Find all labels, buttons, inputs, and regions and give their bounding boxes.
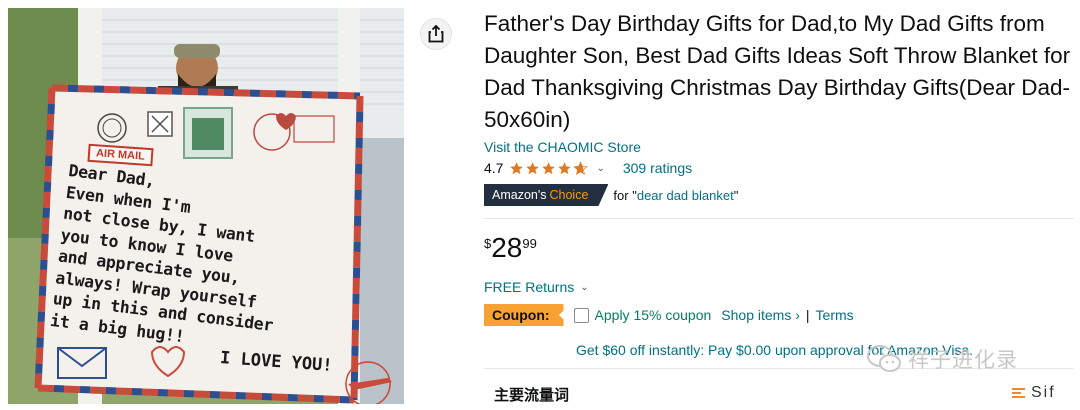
separator: |: [805, 307, 810, 323]
watermark: 祥子进化录: [866, 344, 1018, 374]
product-title: Father's Day Birthday Gifts for Dad,to M…: [484, 11, 1071, 132]
free-returns-link[interactable]: FREE Returns ⌄: [484, 279, 1074, 295]
rating-value: 4.7: [484, 160, 504, 176]
terms-link[interactable]: Terms: [816, 307, 854, 323]
shop-items-link[interactable]: Shop items ›: [721, 307, 800, 323]
star-rating[interactable]: [509, 160, 589, 176]
badge-prefix: Amazon's: [492, 188, 547, 202]
price-symbol: $: [484, 236, 492, 251]
star-icon: [510, 161, 524, 174]
blanket-message: Dear Dad, Even when I'm not close by, I …: [49, 160, 368, 367]
coupon-checkbox[interactable]: [573, 307, 589, 323]
apply-coupon-label[interactable]: Apply 15% coupon: [595, 307, 712, 323]
for-label: for: [613, 187, 629, 203]
star-icon: [526, 161, 540, 174]
coupon-row: Coupon: Apply 15% coupon Shop items › | …: [484, 304, 1074, 326]
price-whole: 28: [491, 232, 523, 263]
watermark-text: 祥子进化录: [908, 348, 1018, 372]
badge-keyword-link[interactable]: dear dad blanket: [637, 188, 734, 203]
store-link[interactable]: Visit the CHAOMIC Store: [484, 139, 1074, 155]
badge-for-text: for "dear dad blanket": [613, 187, 739, 203]
share-icon: [428, 25, 444, 43]
star-icon: [542, 161, 556, 174]
amazons-choice-row: Amazon's Choice for "dear dad blanket": [484, 184, 1074, 206]
wechat-icon: [867, 345, 901, 372]
star-half-icon: [573, 160, 589, 175]
price-fraction: 99: [522, 236, 537, 251]
chevron-down-icon: ⌄: [580, 281, 589, 293]
rating-row: 4.7 ⌄ 309 ratings: [484, 160, 1074, 176]
product-image[interactable]: AIR MAIL Dear Dad, Even when I'm not clo…: [8, 8, 404, 404]
amazons-choice-badge[interactable]: Amazon's Choice: [484, 184, 609, 206]
price: $ 28 99: [484, 233, 1074, 263]
badge-suffix: Choice: [549, 188, 589, 202]
share-button[interactable]: [420, 18, 452, 50]
coupon-badge: Coupon:: [484, 304, 564, 326]
returns-label: FREE Returns: [484, 279, 575, 295]
star-icon: [558, 161, 572, 174]
sif-logo-text: Sif: [1031, 384, 1056, 401]
divider: [484, 218, 1074, 219]
product-details: Father's Day Birthday Gifts for Dad,to M…: [484, 8, 1074, 358]
ratings-count-link[interactable]: 309 ratings: [623, 160, 692, 176]
sif-logo: Sif: [1012, 384, 1056, 402]
sif-logo-icon: [1012, 388, 1025, 398]
chevron-down-icon[interactable]: ⌄: [596, 163, 604, 174]
section-heading: 主要流量词: [494, 386, 570, 404]
